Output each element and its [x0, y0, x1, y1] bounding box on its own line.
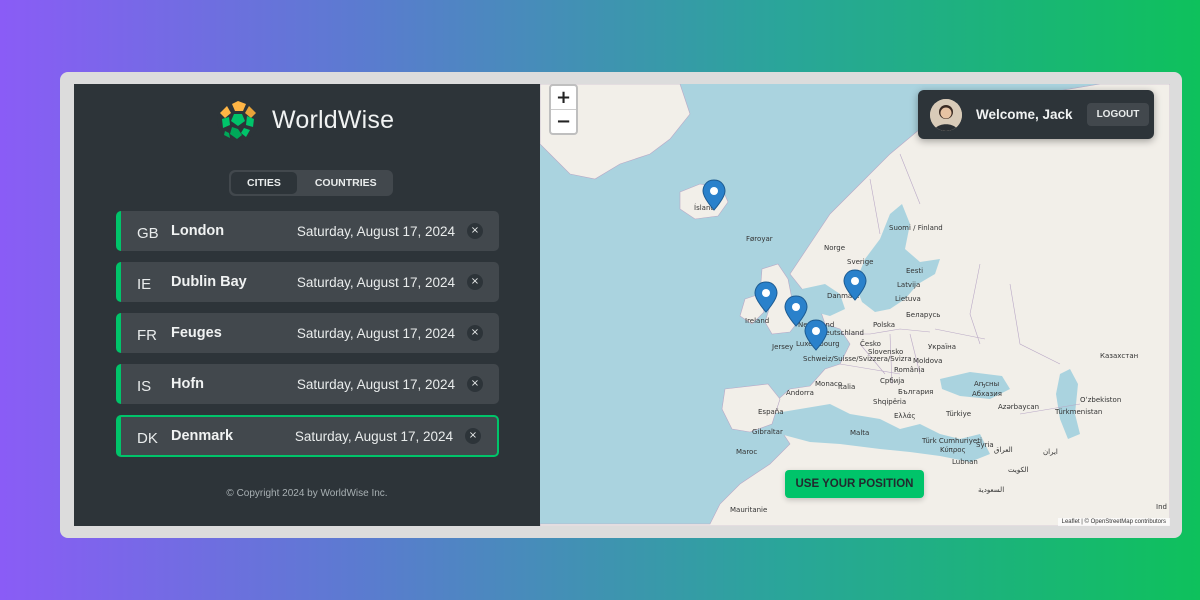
map-label: Казахстан — [1100, 352, 1138, 360]
copyright: © Copyright 2024 by WorldWise Inc. — [226, 488, 388, 499]
map-tiles[interactable]: Ísland Føroyar Norge Sverige Suomi / Fin… — [540, 84, 1170, 526]
map-label: Gibraltar — [752, 428, 783, 436]
welcome-text: Welcome, Jack — [976, 107, 1073, 122]
map-label: România — [894, 366, 925, 374]
map-label: Türkiye — [945, 410, 971, 418]
map-label: Україна — [928, 343, 956, 351]
user-avatar — [930, 98, 962, 131]
map-label: България — [898, 388, 933, 396]
map-label: Azərbaycan — [998, 403, 1039, 411]
map-label: الكويت — [1008, 466, 1028, 474]
city-date: Saturday, August 17, 2024 — [294, 428, 453, 444]
city-name: London — [171, 223, 225, 239]
map-label: Türkmenistan — [1054, 408, 1102, 416]
city-item-dublin-bay[interactable]: IE Dublin Bay Saturday, August 17, 2024 … — [116, 262, 499, 302]
country-code: FR — [137, 326, 157, 344]
map-label: Jersey — [771, 343, 793, 351]
map-label: Moldova — [913, 357, 942, 365]
city-item-denmark[interactable]: DK Denmark Saturday, August 17, 2024 × — [116, 415, 499, 457]
map-label: Беларусь — [906, 311, 940, 319]
map-label: Mauritanie — [730, 506, 767, 514]
delete-city-button[interactable]: × — [467, 274, 483, 290]
map-label: Italia — [838, 383, 855, 391]
map-label: Andorra — [786, 389, 814, 397]
zoom-in-button[interactable]: + — [551, 86, 576, 109]
country-code: IS — [137, 377, 152, 395]
delete-city-button[interactable]: × — [467, 223, 483, 239]
zoom-control: + − — [549, 84, 578, 135]
delete-city-button[interactable]: × — [465, 428, 481, 444]
city-date: Saturday, August 17, 2024 — [296, 223, 455, 239]
map-label: Føroyar — [746, 235, 773, 243]
map-label: ایران — [1043, 448, 1058, 456]
app-window: WorldWise CITIES COUNTRIES GB London Sat… — [74, 84, 1170, 526]
city-item-london[interactable]: GB London Saturday, August 17, 2024 × — [116, 211, 499, 251]
map-label: Polska — [873, 321, 895, 329]
city-name: Dublin Bay — [171, 274, 247, 290]
map-label: Κύπρος — [940, 446, 966, 454]
map-label: Ind — [1156, 503, 1167, 511]
map-label: Malta — [850, 429, 869, 437]
map-label: España — [758, 408, 784, 416]
map-label: Norge — [824, 244, 845, 252]
map-label: Србија — [880, 377, 904, 385]
map-label: Eesti — [906, 267, 923, 275]
city-name: Denmark — [171, 428, 234, 444]
map-label: Sverige — [847, 258, 873, 266]
use-your-position-button[interactable]: USE YOUR POSITION — [785, 470, 924, 498]
delete-city-button[interactable]: × — [467, 325, 483, 341]
map-label: Ireland — [745, 317, 769, 325]
map-label: Абхазия — [972, 390, 1002, 398]
map-label: Maroc — [736, 448, 757, 456]
app-name: WorldWise — [272, 105, 395, 134]
city-date: Saturday, August 17, 2024 — [296, 376, 455, 392]
map-label: Türk Cumhuriyeti — [921, 437, 982, 445]
avatar-person-icon — [930, 98, 962, 131]
country-code: GB — [137, 224, 159, 242]
map-label: Schweiz/Suisse/Svizzera/Svizra — [803, 355, 912, 363]
tab-cities[interactable]: CITIES — [231, 172, 297, 194]
sidebar: WorldWise CITIES COUNTRIES GB London Sat… — [74, 84, 540, 526]
delete-city-button[interactable]: × — [467, 376, 483, 392]
city-name: Hofn — [171, 376, 205, 392]
logout-button[interactable]: LOGOUT — [1086, 103, 1150, 126]
country-code: DK — [137, 429, 158, 447]
city-item-hofn[interactable]: IS Hofn Saturday, August 17, 2024 × — [116, 364, 499, 404]
map-label: Аҧсны — [974, 380, 999, 388]
globe-logo-icon — [217, 99, 259, 141]
map-label: Lietuva — [895, 295, 921, 303]
city-date: Saturday, August 17, 2024 — [296, 274, 455, 290]
country-code: IE — [137, 275, 152, 293]
map[interactable]: Ísland Føroyar Norge Sverige Suomi / Fin… — [540, 84, 1170, 526]
city-name: Feuges — [171, 325, 222, 341]
map-label: Suomi / Finland — [889, 224, 943, 232]
map-label: Ελλάς — [894, 412, 915, 420]
tab-countries[interactable]: COUNTRIES — [299, 170, 393, 196]
map-label: Shqipëria — [873, 398, 906, 406]
city-item-feuges[interactable]: FR Feuges Saturday, August 17, 2024 × — [116, 313, 499, 353]
map-label: Oʻzbekiston — [1080, 396, 1121, 404]
map-label: السعودية — [978, 486, 1004, 494]
zoom-out-button[interactable]: − — [551, 109, 576, 133]
map-label: Syria — [976, 441, 994, 449]
map-label: العراق — [994, 446, 1013, 454]
map-label: Česko — [860, 339, 881, 348]
map-label: Lubnan — [952, 458, 978, 466]
city-list: GB London Saturday, August 17, 2024 × IE… — [116, 211, 499, 468]
map-attribution[interactable]: Leaflet | © OpenStreetMap contributors — [1057, 518, 1170, 526]
logo[interactable]: WorldWise — [216, 98, 394, 142]
map-label: Latvija — [897, 281, 920, 289]
city-date: Saturday, August 17, 2024 — [296, 325, 455, 341]
user-panel: Welcome, Jack LOGOUT — [918, 90, 1154, 139]
tab-switcher: CITIES COUNTRIES — [229, 170, 393, 196]
